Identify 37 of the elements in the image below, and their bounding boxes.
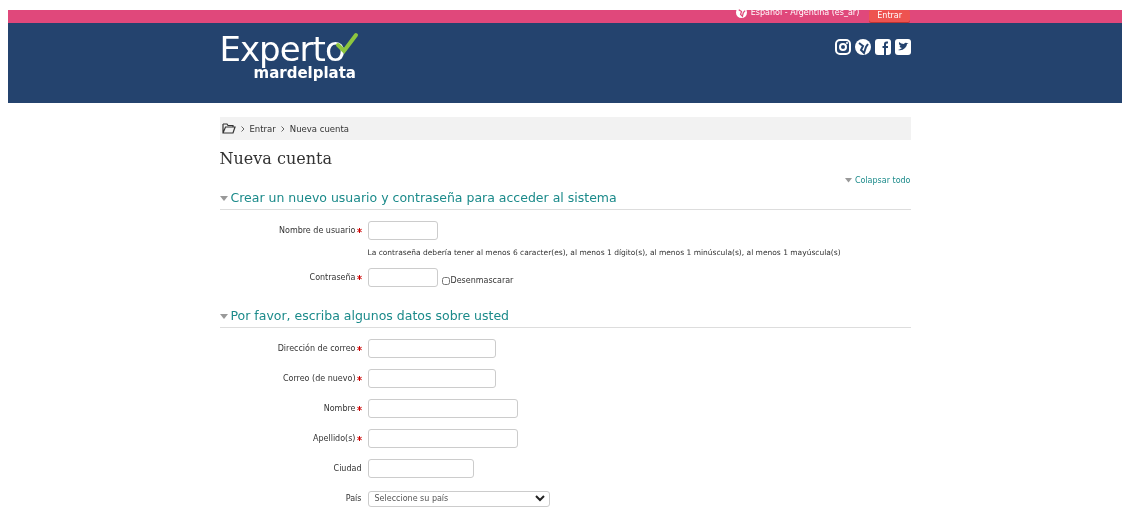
input-field[interactable] [367, 339, 496, 358]
logo-title: Experto [219, 32, 345, 66]
field-label: Nombre de usuario [279, 226, 356, 235]
chevron-down-icon [534, 495, 545, 502]
field-label: Apellido(s) [312, 434, 356, 443]
field-label: Correo (de nuevo) [282, 374, 356, 383]
globe-icon[interactable] [854, 39, 871, 55]
field-label: Nombre [323, 404, 356, 413]
collapse-all-link[interactable]: Colapsar todo [844, 176, 911, 185]
breadcrumb-link[interactable]: Entrar [249, 123, 276, 134]
login-button[interactable]: Entrar [869, 10, 910, 22]
twitter-icon[interactable] [894, 39, 911, 55]
chevron-right-icon [280, 125, 285, 132]
input-field[interactable] [367, 399, 518, 418]
field-label: Ciudad [333, 464, 362, 473]
chevron-right-icon [240, 125, 245, 132]
caret-down-icon [219, 196, 228, 201]
section-toggle[interactable]: Por favor, escriba algunos datos sobre usted [219, 308, 510, 323]
input-field[interactable] [367, 221, 438, 240]
field-label: Dirección de correo [277, 344, 356, 353]
input-field[interactable] [367, 369, 496, 388]
checkbox-label: Desenmascarar [450, 276, 514, 285]
field-label: Contraseña [309, 273, 356, 282]
input-field[interactable] [367, 459, 474, 478]
page-title: Nueva cuenta [219, 149, 333, 168]
caret-down-icon [844, 178, 852, 183]
input-field[interactable] [367, 268, 438, 287]
field-label: País [345, 494, 362, 503]
section-toggle[interactable]: Crear un nuevo usuario y contraseña para acceder al sistema [219, 190, 617, 205]
facebook-icon[interactable] [874, 39, 891, 55]
country-select[interactable]: Seleccione su país [367, 490, 550, 507]
unmask-checkbox[interactable] [441, 276, 450, 285]
input-field[interactable] [367, 429, 518, 448]
breadcrumb-link[interactable]: Nueva cuenta [289, 123, 349, 134]
instagram-icon[interactable] [834, 39, 851, 55]
folder-icon[interactable] [221, 123, 236, 134]
caret-down-icon [219, 314, 228, 319]
